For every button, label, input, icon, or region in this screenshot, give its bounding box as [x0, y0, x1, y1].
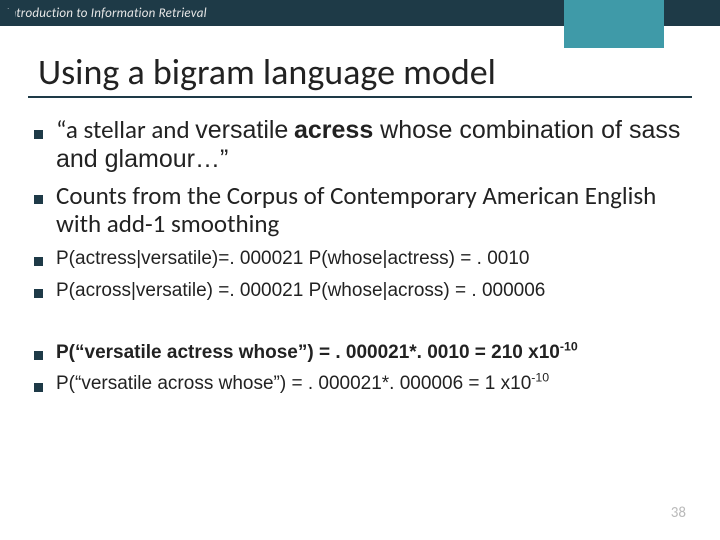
slide: Introduction to Information Retrieval Us…	[0, 0, 720, 540]
course-title: Introduction to Information Retrieval	[0, 6, 207, 21]
accent-block	[564, 0, 664, 48]
slide-title: Using a bigram language model	[38, 50, 720, 94]
r1-exp: -10	[560, 339, 578, 353]
bullet-list: “a stellar and versatile acress whose co…	[28, 116, 692, 396]
r1-text: P(“versatile actress whose”) = . 000021*…	[56, 342, 560, 363]
bullet-corpus: Counts from the Corpus of Contemporary A…	[28, 182, 692, 240]
page-number: 38	[671, 504, 686, 522]
spacer	[28, 311, 692, 333]
r2-exp: -10	[531, 371, 549, 385]
bullet-result-actress: P(“versatile actress whose”) = . 000021*…	[28, 341, 692, 365]
bullet-result-across: P(“versatile across whose”) = . 000021*.…	[28, 372, 692, 396]
bullet-prob-across: P(across|versatile) =. 000021 P(whose|ac…	[28, 279, 692, 303]
content: “a stellar and versatile acress whose co…	[28, 116, 692, 396]
quote-pre: “a stellar and	[56, 114, 195, 145]
bullet-quote: “a stellar and versatile acress whose co…	[28, 116, 692, 174]
bullet-prob-actress: P(actress|versatile)=. 000021 P(whose|ac…	[28, 247, 692, 271]
r2-text: P(“versatile across whose”) = . 000021*.…	[56, 373, 531, 394]
title-rule	[28, 96, 692, 98]
quote-mid2: whose	[373, 116, 459, 144]
quote-versatile: versatile	[195, 116, 288, 144]
quote-acress: acress	[294, 116, 373, 144]
